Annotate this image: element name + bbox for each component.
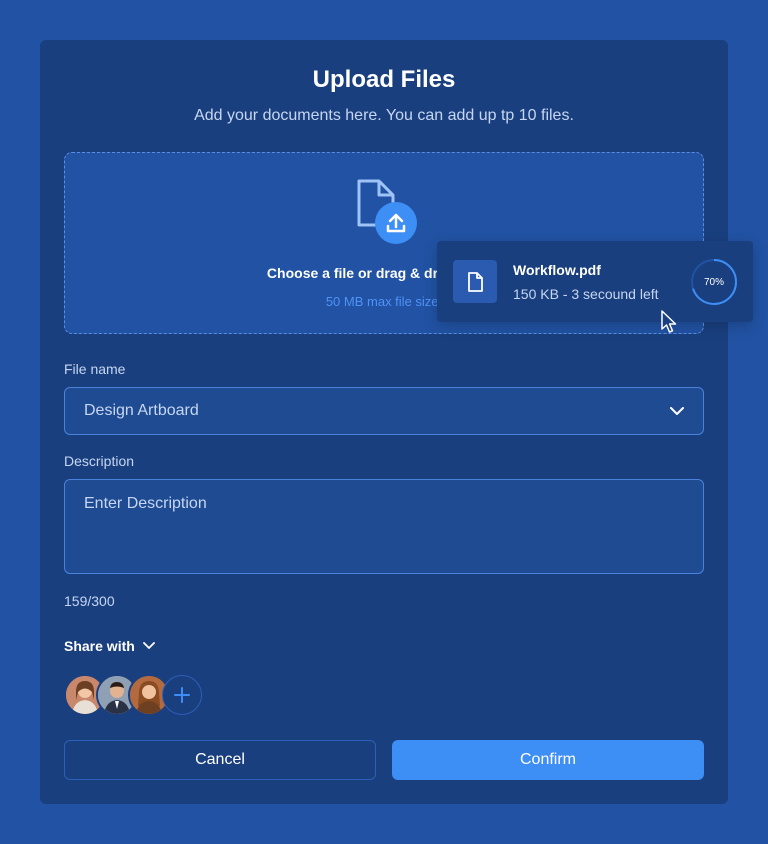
upload-modal: Upload Files Add your documents here. Yo… [40, 40, 728, 804]
upload-file-meta: 150 KB - 3 secound left [513, 286, 659, 302]
upload-progress-card: Workflow.pdf 150 KB - 3 secound left 70% [437, 241, 753, 322]
confirm-button[interactable]: Confirm [392, 740, 704, 780]
upload-file-name: Workflow.pdf [513, 262, 601, 278]
progress-percent: 70% [703, 276, 724, 288]
file-upload-icon [357, 179, 417, 244]
shared-users [64, 674, 214, 716]
modal-title: Upload Files [312, 66, 456, 93]
mouse-cursor-icon [661, 310, 677, 333]
modal-subtitle: Add your documents here. You can add up … [194, 107, 574, 124]
file-icon [453, 260, 497, 303]
chevron-down-icon [670, 406, 684, 415]
add-user-button[interactable] [162, 675, 202, 715]
description-placeholder: Enter Description [84, 495, 207, 512]
share-with-label: Share with [64, 638, 135, 654]
chevron-down-icon [142, 642, 155, 649]
cancel-button[interactable]: Cancel [64, 740, 376, 780]
plus-icon [174, 687, 190, 703]
share-with-toggle[interactable]: Share with [64, 638, 155, 654]
char-counter: 159/300 [64, 593, 115, 609]
file-name-label: File name [64, 361, 126, 377]
description-field[interactable]: Enter Description [64, 479, 704, 574]
file-name-value: Design Artboard [84, 402, 199, 419]
file-name-select[interactable]: Design Artboard [64, 387, 704, 435]
description-label: Description [64, 453, 135, 469]
